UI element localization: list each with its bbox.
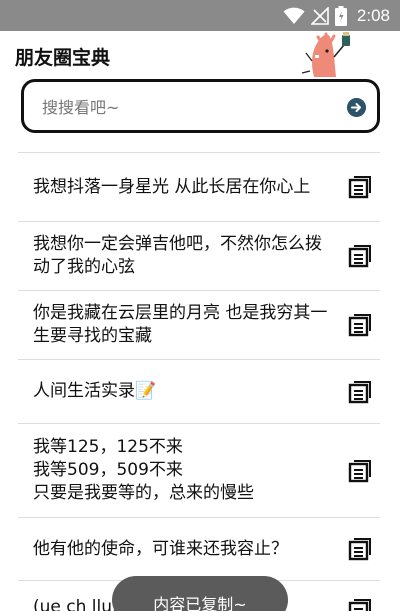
list-item-text: 我等125，125不来 我等509，509不来 只要是我要等的，总来的慢些 — [33, 437, 254, 503]
list-item[interactable]: 你是我藏在云层里的月亮 也是我穷其一生要寻找的宝藏 — [18, 290, 380, 359]
list-item[interactable]: 我等125，125不来 我等509，509不来 只要是我要等的，总来的慢些 — [18, 423, 380, 517]
search-input[interactable] — [42, 94, 332, 120]
go-arrow-icon[interactable] — [347, 98, 366, 117]
copy-document-icon[interactable] — [348, 313, 372, 337]
list-item-text: 我想你一定会弹吉他吧，不然你怎么拨动了我的心弦 — [33, 234, 322, 277]
list-item-text: 你是我藏在云层里的月亮 也是我穷其一生要寻找的宝藏 — [33, 303, 328, 346]
status-bar: 2:08 — [0, 0, 400, 31]
copy-document-icon[interactable] — [348, 537, 372, 561]
copied-toast: 内容已复制~ — [112, 576, 288, 611]
list-item[interactable]: 他有他的使命，可谁来还我容止？ — [18, 517, 380, 580]
copy-document-icon[interactable] — [348, 175, 372, 199]
header: 朋友圈宝典 — [0, 31, 400, 77]
status-icons: 2:08 — [283, 5, 390, 27]
search-box — [21, 79, 380, 133]
phrase-list: 我想抖落一身星光 从此长居在你心上 我想你一定会弹吉他吧，不然你怎么拨动了我的心… — [18, 152, 380, 611]
signal-icon — [310, 7, 329, 25]
mascot-illustration — [301, 32, 350, 77]
list-item-text: 我想抖落一身星光 从此长居在你心上 — [33, 176, 311, 197]
status-time: 2:08 — [356, 6, 390, 25]
battery-icon — [334, 6, 347, 26]
list-item[interactable]: 我想你一定会弹吉他吧，不然你怎么拨动了我的心弦 — [18, 221, 380, 290]
list-item-text: 人间生活实录📝 — [33, 381, 157, 401]
page-title: 朋友圈宝典 — [15, 47, 111, 69]
copy-document-icon[interactable] — [348, 380, 372, 404]
list-item[interactable]: 人间生活实录📝 — [18, 359, 380, 423]
wifi-icon — [283, 7, 305, 24]
copy-document-icon[interactable] — [348, 459, 372, 483]
copy-document-icon[interactable] — [348, 244, 372, 268]
list-item[interactable]: 我想抖落一身星光 从此长居在你心上 — [18, 152, 380, 221]
list-item-text: 他有他的使命，可谁来还我容止？ — [33, 538, 288, 559]
copy-document-icon[interactable] — [348, 598, 372, 611]
